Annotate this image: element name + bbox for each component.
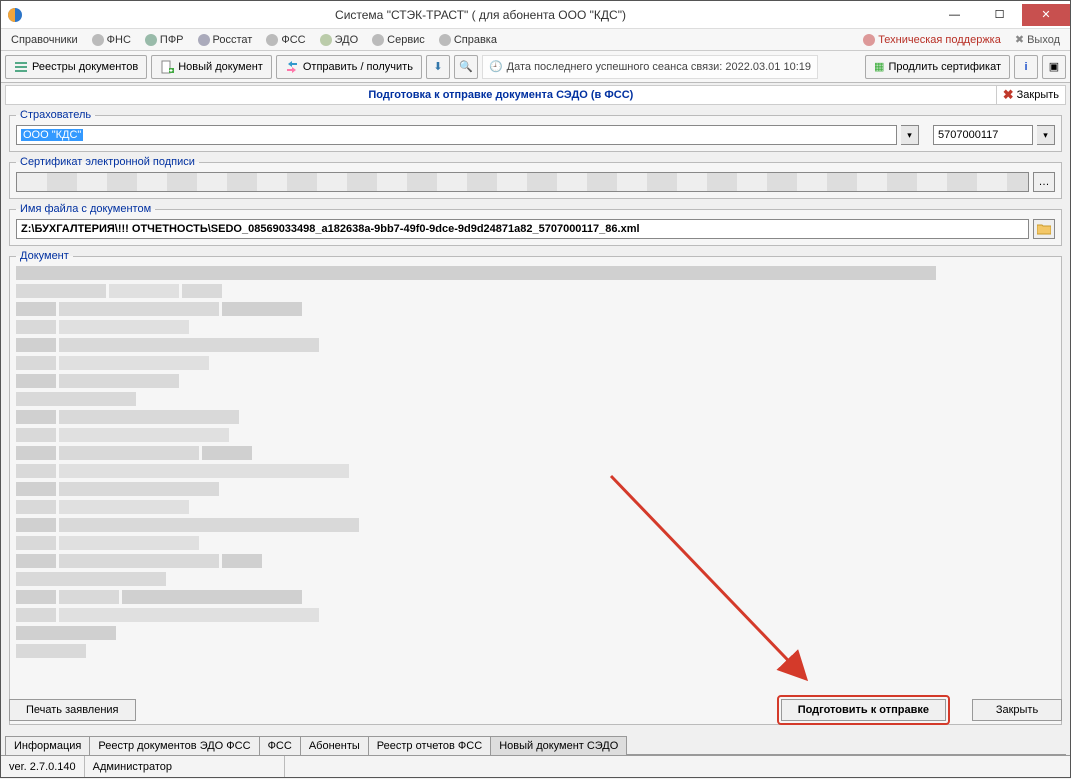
options-button[interactable]: ▣ [1042,55,1066,79]
tab-new-document-sedo[interactable]: Новый документ СЭДО [490,736,627,755]
filename-field[interactable]: Z:\БУХГАЛТЕРИЯ\!!! ОТЧЕТНОСТЬ\SEDO_08569… [16,219,1029,239]
new-document-button[interactable]: Новый документ [151,55,272,79]
minimize-button[interactable]: — [932,4,977,26]
send-receive-button[interactable]: Отправить / получить [276,55,422,79]
find-button[interactable]: 🔍 [454,55,478,79]
status-version: ver. 2.7.0.140 [1,756,85,777]
close-button[interactable]: Закрыть [972,699,1062,721]
insurer-value: ООО "КДС" [21,129,83,141]
fss-icon [266,34,278,46]
menu-service[interactable]: Сервис [366,32,431,48]
window-close-button[interactable]: ✕ [1022,4,1070,26]
status-user: Администратор [85,756,285,777]
insurer-group: Страхователь ООО "КДС" ▾ 5707000117 ▾ [9,109,1062,152]
pfr-icon [145,34,157,46]
main-menu: Справочники ФНС ПФР Росстат ФСС ЭДО Серв… [1,29,1070,51]
status-bar: ver. 2.7.0.140 Администратор [1,755,1070,777]
menu-fns[interactable]: ФНС [86,32,137,48]
window-title: Система "СТЭК-ТРАСТ" ( для абонента ООО … [29,8,932,22]
tab-subscribers[interactable]: Абоненты [300,736,369,755]
window-titlebar: Система "СТЭК-ТРАСТ" ( для абонента ООО … [1,1,1070,29]
tab-registry-reports-fss[interactable]: Реестр отчетов ФСС [368,736,491,755]
tab-fss[interactable]: ФСС [259,736,301,755]
tab-registry-edo-fss[interactable]: Реестр документов ЭДО ФСС [89,736,259,755]
help-icon [439,34,451,46]
cert-field[interactable] [16,172,1029,192]
info-button[interactable]: i [1014,55,1038,79]
sync-icon [285,60,299,74]
prepare-send-button[interactable]: Подготовить к отправке [781,699,946,721]
edo-icon [320,34,332,46]
bottom-tabs: Информация Реестр документов ЭДО ФСС ФСС… [5,733,1066,755]
filename-group: Имя файла с документом Z:\БУХГАЛТЕРИЯ\!!… [9,203,1062,246]
extend-cert-button[interactable]: ▦ Продлить сертификат [865,55,1010,79]
clock-icon: 🕘 [489,60,503,73]
document-preview [16,266,1055,718]
insurer-combo-dropdown[interactable]: ▾ [901,125,919,145]
close-icon: ✖ [1003,87,1014,103]
layout-icon: ▣ [1049,60,1059,73]
rosstat-icon [198,34,210,46]
document-group: Документ [9,250,1062,725]
cert-legend: Сертификат электронной подписи [16,156,199,168]
fns-icon [92,34,104,46]
folder-icon [1037,223,1051,235]
browse-file-button[interactable] [1033,219,1055,239]
inner-title: Подготовка к отправке документа СЭДО (в … [6,89,996,101]
registries-button[interactable]: Реестры документов [5,55,147,79]
inner-close-button[interactable]: ✖ Закрыть [996,86,1065,104]
content-area: Страхователь ООО "КДС" ▾ 5707000117 ▾ Се… [5,107,1066,729]
last-session-info: 🕘 Дата последнего успешного сеанса связи… [482,55,818,79]
exit-icon: ✖ [1015,33,1024,46]
menu-rosstat[interactable]: Росстат [192,32,259,48]
cert-group: Сертификат электронной подписи … [9,156,1062,199]
down-arrow-button[interactable]: ⬇ [426,55,450,79]
exit-link[interactable]: ✖Выход [1009,31,1066,48]
filename-legend: Имя файла с документом [16,203,155,215]
cert-icon: ▦ [874,60,884,73]
plus-doc-icon [160,60,174,74]
toolbar: Реестры документов Новый документ Отправ… [1,51,1070,83]
bottom-button-row: Печать заявления Подготовить к отправке … [9,695,1062,725]
menu-pfr[interactable]: ПФР [139,32,190,48]
app-logo-icon [7,7,23,23]
menu-fss[interactable]: ФСС [260,32,311,48]
insurer-legend: Страхователь [16,109,95,121]
download-icon: ⬇ [433,60,442,73]
code-value: 5707000117 [938,129,998,141]
menu-spravochniki[interactable]: Справочники [5,32,84,48]
cert-browse-button[interactable]: … [1033,172,1055,192]
document-legend: Документ [16,250,73,262]
code-combo-dropdown[interactable]: ▾ [1037,125,1055,145]
list-icon [14,60,28,74]
inner-header: Подготовка к отправке документа СЭДО (в … [5,85,1066,105]
print-application-button[interactable]: Печать заявления [9,699,136,721]
maximize-button[interactable]: ☐ [977,4,1022,26]
service-icon [372,34,384,46]
tech-support-link[interactable]: Техническая поддержка [857,32,1007,48]
search-icon: 🔍 [459,60,473,73]
menu-help[interactable]: Справка [433,32,503,48]
code-combo[interactable]: 5707000117 [933,125,1033,145]
menu-edo[interactable]: ЭДО [314,32,365,48]
prepare-highlight: Подготовить к отправке [777,695,950,725]
support-icon [863,34,875,46]
info-icon: i [1024,61,1027,73]
tab-info[interactable]: Информация [5,736,90,755]
insurer-combo[interactable]: ООО "КДС" [16,125,897,145]
